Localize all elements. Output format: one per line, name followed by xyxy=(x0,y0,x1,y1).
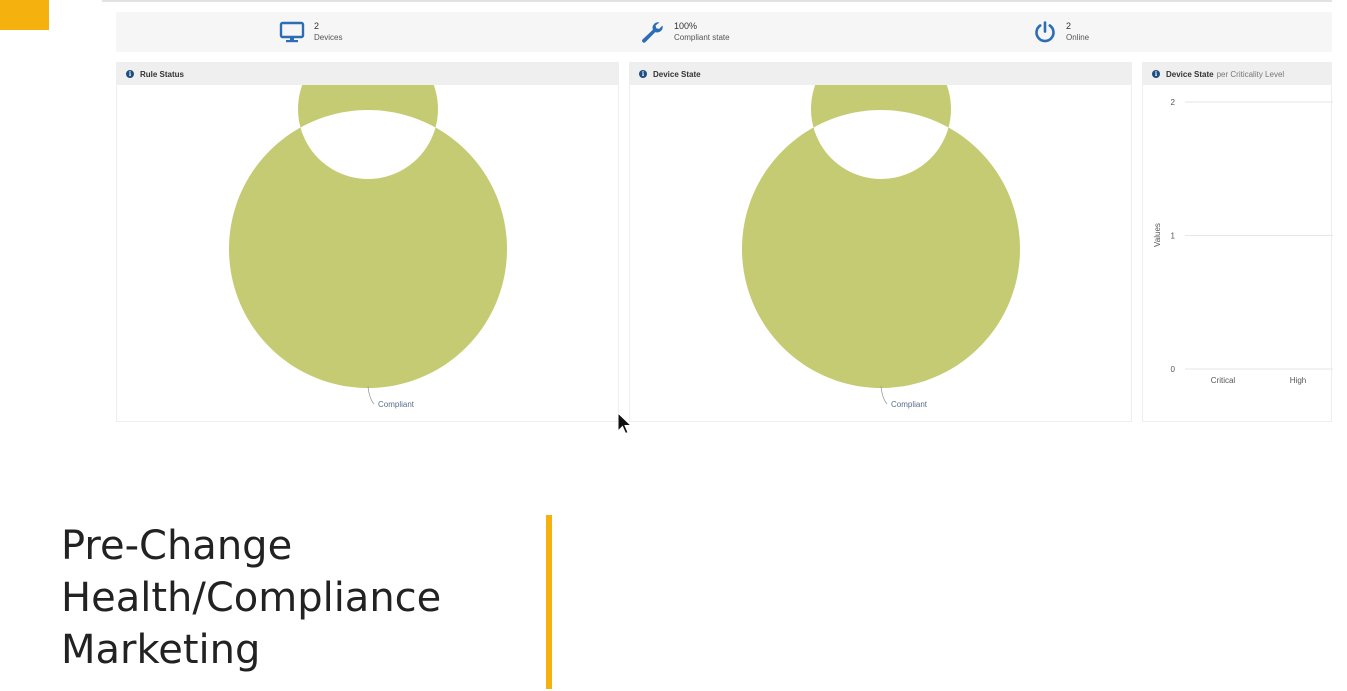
slice-label: Compliant xyxy=(378,400,415,409)
power-icon xyxy=(1035,21,1055,43)
panel-title: Device State xyxy=(1166,69,1214,79)
slide-title-line: Pre-Change xyxy=(61,523,293,569)
slide-title-line: Marketing xyxy=(61,627,261,673)
stat-devices-label: Devices xyxy=(314,33,343,42)
x-tick-label: High xyxy=(1290,376,1306,385)
panel-title: Device State xyxy=(653,69,701,79)
stats-bar: 2 Devices 100% Compliant state 2 Online xyxy=(116,12,1332,52)
y-axis-label: Values xyxy=(1153,223,1162,247)
panel-header: i Device State xyxy=(630,63,1131,85)
stat-compliant-label: Compliant state xyxy=(674,33,730,42)
y-tick-label: 0 xyxy=(1171,365,1176,374)
panel-header: i Device State per Criticality Level xyxy=(1143,63,1331,85)
stat-compliant[interactable]: 100% Compliant state xyxy=(639,12,730,52)
panel-rule-status: i Rule Status Compliant xyxy=(116,62,619,422)
y-tick-label: 2 xyxy=(1171,98,1176,107)
info-icon[interactable]: i xyxy=(1152,70,1160,78)
x-tick-label: Critical xyxy=(1211,376,1236,385)
stat-compliant-value: 100% xyxy=(674,21,698,31)
rule-status-donut-chart: Compliant xyxy=(229,85,507,409)
info-icon[interactable]: i xyxy=(126,70,134,78)
slice-label: Compliant xyxy=(891,400,928,409)
panel-title-suffix: per Criticality Level xyxy=(1216,69,1285,79)
panel-criticality: i Device State per Criticality Level 0 1 2… xyxy=(1142,62,1333,422)
panel-header: i Rule Status xyxy=(117,63,618,85)
top-divider xyxy=(102,0,1332,2)
info-icon[interactable]: i xyxy=(639,70,647,78)
slide-title: Pre-Change Health/Compliance Marketing xyxy=(61,520,441,676)
panel-device-state: i Device State Compliant xyxy=(629,62,1132,422)
y-tick-label: 1 xyxy=(1171,232,1176,241)
panel-title: Rule Status xyxy=(140,69,185,79)
stat-online[interactable]: 2 Online xyxy=(1033,12,1089,52)
stat-online-label: Online xyxy=(1066,33,1090,42)
criticality-bar-chart: 0 1 2 Values Critical High xyxy=(1153,98,1333,385)
slide-title-line: Health/Compliance xyxy=(61,575,442,621)
label-leader-line xyxy=(880,385,888,405)
label-leader-line xyxy=(367,385,375,405)
wrench-icon xyxy=(642,22,663,43)
monitor-icon xyxy=(279,21,305,43)
stat-devices[interactable]: 2 Devices xyxy=(279,12,342,52)
slide-accent-tab xyxy=(0,0,49,30)
device-state-donut-chart: Compliant xyxy=(742,85,1020,409)
stat-devices-value: 2 xyxy=(314,21,320,31)
mouse-cursor-icon xyxy=(617,412,633,435)
slide-divider xyxy=(546,515,552,689)
stat-online-value: 2 xyxy=(1066,21,1072,31)
